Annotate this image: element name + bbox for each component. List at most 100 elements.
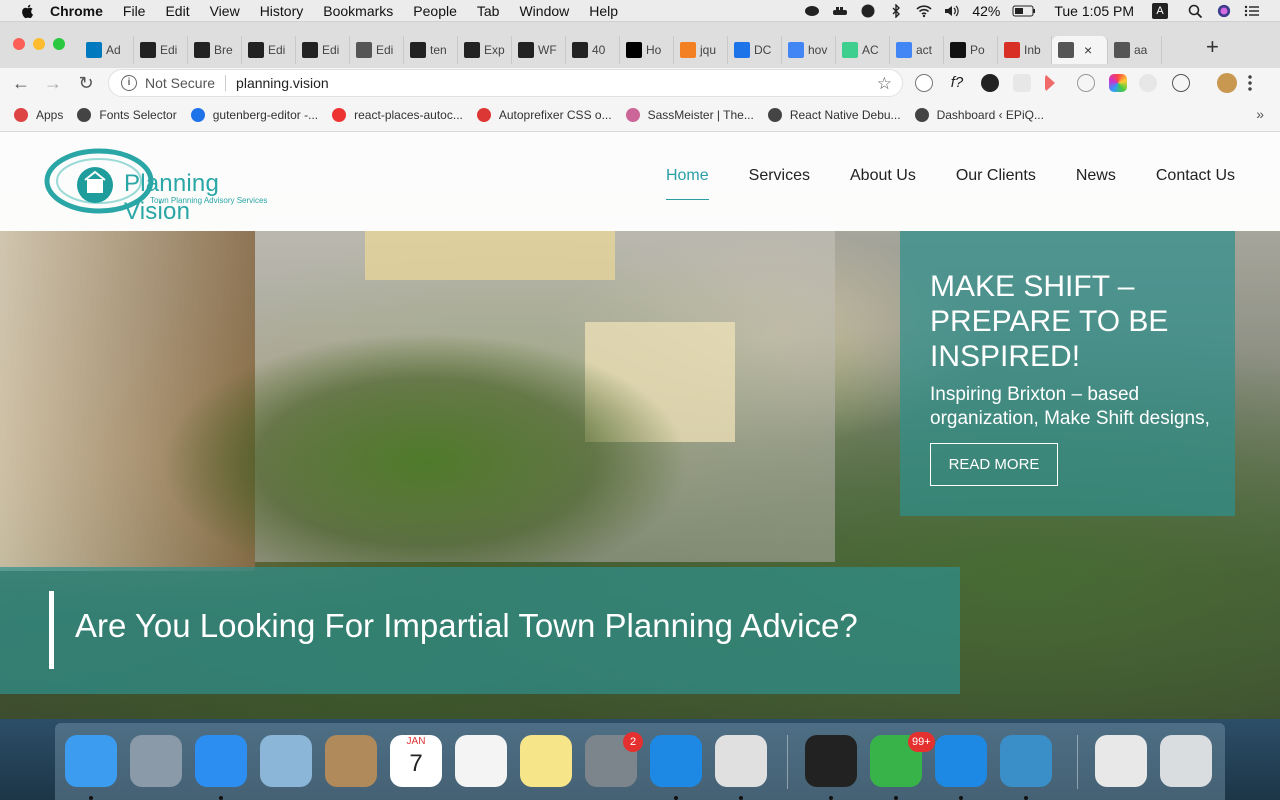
new-tab-button[interactable]: + bbox=[1206, 34, 1219, 60]
play-extension-icon[interactable] bbox=[1045, 74, 1055, 92]
volume-icon[interactable] bbox=[944, 4, 960, 18]
bookmark-item[interactable]: gutenberg-editor -... bbox=[190, 107, 318, 122]
menu-view[interactable]: View bbox=[210, 3, 240, 19]
tableplus-icon[interactable] bbox=[1000, 735, 1052, 787]
security-indicator[interactable]: Not Secure bbox=[145, 75, 215, 91]
bookmark-item[interactable]: Autoprefixer CSS o... bbox=[476, 107, 612, 122]
bookmark-item[interactable]: Apps bbox=[14, 107, 63, 122]
site-info-icon[interactable]: i bbox=[121, 75, 137, 91]
browser-tab[interactable]: Bre bbox=[188, 36, 242, 64]
lighthouse-extension-icon[interactable] bbox=[1139, 74, 1157, 92]
browser-tab[interactable]: Exp bbox=[458, 36, 512, 64]
bookmark-item[interactable]: react-places-autoc... bbox=[332, 107, 463, 122]
bookmark-item[interactable]: SassMeister | The... bbox=[625, 107, 754, 122]
docker-icon[interactable] bbox=[832, 4, 848, 18]
browser-tab[interactable]: Edi bbox=[242, 36, 296, 64]
upwork-status-icon[interactable] bbox=[860, 4, 876, 18]
reload-button[interactable]: ↻ bbox=[75, 72, 97, 94]
browser-tab[interactable]: AC bbox=[836, 36, 890, 64]
timer-extension-icon[interactable] bbox=[1077, 74, 1095, 92]
menu-file[interactable]: File bbox=[123, 3, 146, 19]
bookmark-item[interactable]: Dashboard ‹ EPiQ... bbox=[914, 107, 1044, 122]
browser-tab[interactable]: 40 bbox=[566, 36, 620, 64]
font-inspector-extension-icon[interactable]: f? bbox=[948, 74, 966, 92]
battery-icon[interactable] bbox=[1012, 4, 1036, 18]
recycle-extension-icon[interactable] bbox=[915, 74, 933, 92]
browser-tab[interactable]: Ho bbox=[620, 36, 674, 64]
colorzilla-extension-icon[interactable] bbox=[1109, 74, 1127, 92]
elephant-icon[interactable] bbox=[804, 4, 820, 18]
menu-help[interactable]: Help bbox=[589, 3, 618, 19]
browser-tab[interactable]: jqu bbox=[674, 36, 728, 64]
bookmark-star-icon[interactable]: ☆ bbox=[877, 74, 892, 94]
zoom-window-button[interactable] bbox=[53, 38, 65, 50]
website-viewport: Planning Vision Town Planning Advisory S… bbox=[0, 132, 1280, 719]
terminal-icon[interactable] bbox=[805, 735, 857, 787]
read-more-button[interactable]: READ MORE bbox=[930, 443, 1058, 486]
bluetooth-icon[interactable] bbox=[888, 4, 904, 18]
nav-news[interactable]: News bbox=[1076, 167, 1116, 200]
nav-contact-us[interactable]: Contact Us bbox=[1156, 167, 1235, 200]
menubar-clock[interactable]: Tue 1:05 PM bbox=[1054, 3, 1134, 19]
mail-icon[interactable] bbox=[260, 735, 312, 787]
chrome-icon[interactable] bbox=[715, 735, 767, 787]
address-bar[interactable]: i Not Secure planning.vision ☆ bbox=[108, 69, 903, 97]
vscode-icon[interactable] bbox=[650, 735, 702, 787]
menu-edit[interactable]: Edit bbox=[165, 3, 189, 19]
browser-tab-active[interactable]: × bbox=[1052, 36, 1108, 64]
dev-extension-icon[interactable] bbox=[1172, 74, 1190, 92]
finder-icon[interactable] bbox=[65, 735, 117, 787]
browser-tab[interactable]: Edi bbox=[296, 36, 350, 64]
back-button[interactable]: ← bbox=[10, 72, 32, 94]
app-menu[interactable]: Chrome bbox=[50, 3, 103, 19]
menu-tab[interactable]: Tab bbox=[477, 3, 500, 19]
browser-tab[interactable]: Ad bbox=[80, 36, 134, 64]
spotlight-search-icon[interactable] bbox=[1188, 4, 1204, 18]
nav-services[interactable]: Services bbox=[749, 167, 810, 200]
reminders-icon[interactable] bbox=[455, 735, 507, 787]
browser-tab[interactable]: hov bbox=[782, 36, 836, 64]
browser-tab[interactable]: Inb bbox=[998, 36, 1052, 64]
menu-people[interactable]: People bbox=[413, 3, 457, 19]
xml-document-icon[interactable] bbox=[1095, 735, 1147, 787]
vscode-insiders-icon[interactable] bbox=[935, 735, 987, 787]
trash-icon[interactable] bbox=[1160, 735, 1212, 787]
nav-about-us[interactable]: About Us bbox=[850, 167, 916, 200]
wifi-icon[interactable] bbox=[916, 4, 932, 18]
url-text[interactable]: planning.vision bbox=[236, 75, 329, 91]
close-window-button[interactable] bbox=[13, 38, 25, 50]
notes-icon[interactable] bbox=[520, 735, 572, 787]
launchpad-icon[interactable] bbox=[130, 735, 182, 787]
close-tab-icon[interactable]: × bbox=[1084, 42, 1092, 58]
site-logo[interactable]: Planning Vision Town Planning Advisory S… bbox=[44, 148, 284, 225]
minimize-window-button[interactable] bbox=[33, 38, 45, 50]
safari-icon[interactable] bbox=[195, 735, 247, 787]
menu-window[interactable]: Window bbox=[519, 3, 569, 19]
browser-tab[interactable]: Edi bbox=[134, 36, 188, 64]
calendar-icon[interactable]: JAN 7 bbox=[390, 735, 442, 787]
circle-extension-icon[interactable] bbox=[981, 74, 999, 92]
notification-center-icon[interactable] bbox=[1244, 4, 1260, 18]
bookmark-item[interactable]: Fonts Selector bbox=[77, 107, 177, 122]
user-account-badge[interactable]: A bbox=[1152, 3, 1168, 19]
browser-tab[interactable]: DC bbox=[728, 36, 782, 64]
browser-tab[interactable]: Po bbox=[944, 36, 998, 64]
browser-tab[interactable]: WF bbox=[512, 36, 566, 64]
apple-menu-icon[interactable] bbox=[20, 3, 36, 19]
bookmarks-overflow-icon[interactable]: » bbox=[1256, 106, 1264, 122]
browser-tab[interactable]: aa bbox=[1108, 36, 1162, 64]
profile-avatar[interactable] bbox=[1217, 73, 1237, 93]
menu-history[interactable]: History bbox=[260, 3, 304, 19]
browser-tab[interactable]: ten bbox=[404, 36, 458, 64]
siri-icon[interactable] bbox=[1216, 4, 1232, 18]
browser-tab[interactable]: act bbox=[890, 36, 944, 64]
browser-tab[interactable]: Edi bbox=[350, 36, 404, 64]
nav-our-clients[interactable]: Our Clients bbox=[956, 167, 1036, 200]
nav-home[interactable]: Home bbox=[665, 167, 709, 200]
contacts-icon[interactable] bbox=[325, 735, 377, 787]
grid-extension-icon[interactable] bbox=[1013, 74, 1031, 92]
bookmark-item[interactable]: React Native Debu... bbox=[767, 107, 901, 122]
menu-bookmarks[interactable]: Bookmarks bbox=[323, 3, 393, 19]
browser-menu-icon[interactable] bbox=[1248, 74, 1252, 92]
forward-button[interactable]: → bbox=[42, 72, 64, 94]
